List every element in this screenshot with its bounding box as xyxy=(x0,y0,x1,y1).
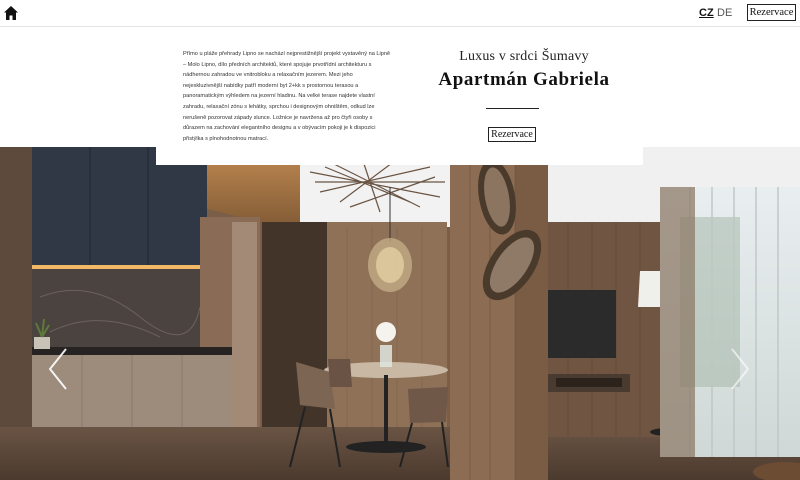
page-title: Apartmán Gabriela xyxy=(438,69,610,90)
top-navigation-bar: CZ DE Rezervace xyxy=(0,0,800,27)
reservation-button-header[interactable]: Rezervace xyxy=(747,4,796,21)
home-icon[interactable] xyxy=(3,5,19,21)
intro-card: Přímo u pláže přehrady Lipno se nachází … xyxy=(156,27,643,165)
hero-interior-photo xyxy=(0,147,800,480)
slider-next-chevron-right-icon[interactable] xyxy=(728,347,752,391)
apartment-description: Přímo u pláže přehrady Lipno se nachází … xyxy=(183,51,391,142)
reservation-button[interactable]: Rezervace xyxy=(488,127,536,142)
slider-prev-chevron-left-icon[interactable] xyxy=(46,347,70,391)
title-divider xyxy=(486,108,539,109)
page-subtitle: Luxus v srdci Šumavy xyxy=(459,49,589,64)
language-cz[interactable]: CZ xyxy=(699,6,714,20)
language-de[interactable]: DE xyxy=(717,6,732,20)
